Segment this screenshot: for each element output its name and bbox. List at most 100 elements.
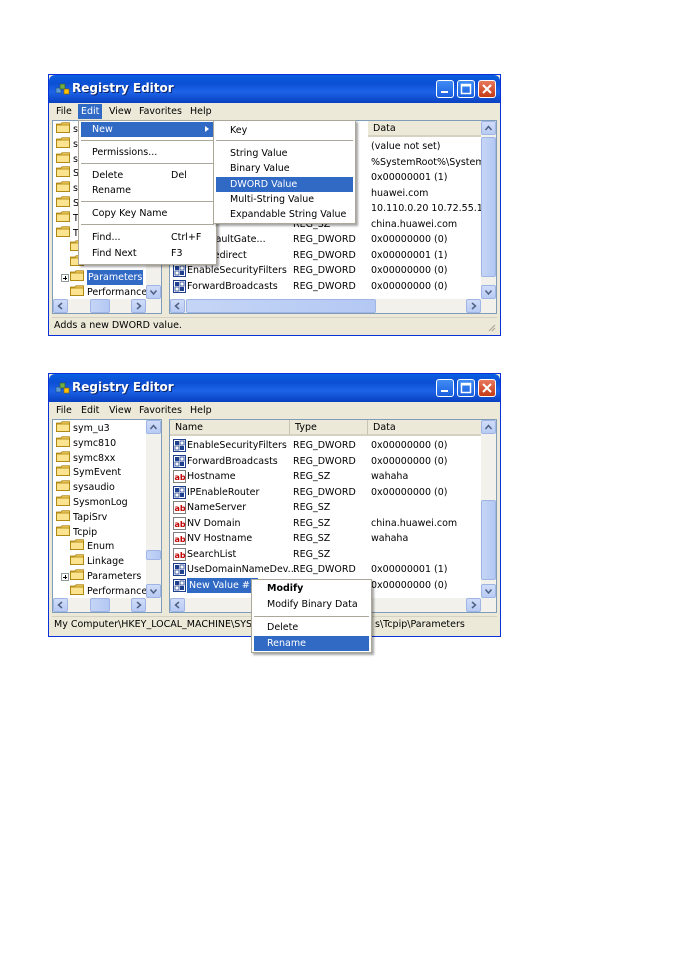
tree-horizontal-scrollbar[interactable] <box>53 299 146 313</box>
menu-file[interactable]: File <box>53 403 75 418</box>
folder-icon <box>56 524 70 536</box>
menu-edit[interactable]: Edit <box>78 403 102 418</box>
expand-toggle[interactable] <box>61 573 69 581</box>
menu-item-copy-key-name[interactable]: Copy Key Name <box>81 206 214 221</box>
tree-pane[interactable]: sym_u3 symc810 symc8xx SymEvent sysaudio Sysm… <box>52 419 162 613</box>
value-data: 0x00000001 (1) <box>371 564 448 575</box>
status-text: Adds a new DWORD value. <box>54 320 182 331</box>
list-row[interactable]: ab NV Domain REG_SZ china.huawei.com <box>173 516 483 531</box>
close-button[interactable] <box>478 379 496 397</box>
column-header-data[interactable]: Data <box>368 121 483 137</box>
menu-favorites[interactable]: Favorites <box>136 403 185 418</box>
context-item-rename[interactable]: Rename <box>254 636 369 651</box>
close-button[interactable] <box>478 80 496 98</box>
scroll-up-button[interactable] <box>481 121 496 135</box>
list-row[interactable]: ab Hostname REG_SZ wahaha <box>173 469 483 484</box>
list-row[interactable]: CMPRedirectREG_DWORD0x00000001 (1) <box>173 248 483 263</box>
submenu-item-key[interactable]: Key <box>216 123 353 138</box>
title-bar[interactable]: Registry Editor <box>49 374 500 402</box>
scroll-left-button[interactable] <box>53 299 68 313</box>
maximize-button[interactable] <box>457 80 475 98</box>
dword-value-icon <box>173 454 186 468</box>
value-data: 0x00000000 (0) <box>371 579 448 591</box>
menu-edit[interactable]: Edit <box>78 104 103 119</box>
value-data: huawei.com <box>371 187 429 199</box>
column-header-name[interactable]: Name <box>170 420 290 436</box>
tree-horizontal-scrollbar[interactable] <box>53 598 146 612</box>
scroll-thumb[interactable] <box>186 299 376 313</box>
column-header-type[interactable]: Type <box>290 420 368 436</box>
list-vertical-scrollbar[interactable] <box>481 121 496 313</box>
menu-item-delete[interactable]: Delete Del <box>81 168 214 183</box>
folder-icon <box>70 285 84 296</box>
menu-item-new[interactable]: New <box>81 122 214 137</box>
dword-value-icon <box>173 563 186 576</box>
maximize-button[interactable] <box>457 379 475 397</box>
list-vertical-scrollbar[interactable] <box>481 420 496 612</box>
string-value-icon: ab <box>173 547 186 561</box>
value-type: REG_DWORD <box>293 234 356 245</box>
scroll-right-button[interactable] <box>131 598 146 612</box>
list-row[interactable]: EnableSecurityFilters REG_DWORD 0x00000000… <box>173 263 483 278</box>
list-row[interactable]: IPEnableRouter REG_DWORD 0x00000000 (0) <box>173 485 483 500</box>
context-item-modify[interactable]: Modify <box>254 581 369 596</box>
scroll-left-button[interactable] <box>170 598 185 612</box>
list-row[interactable]: ab NameServer REG_SZ <box>173 500 483 515</box>
list-row[interactable]: ForwardBroadcasts REG_DWORD 0x00000000 (0) <box>173 454 483 469</box>
scroll-up-button[interactable] <box>146 420 161 434</box>
list-row[interactable]: ab NV Hostname REG_SZ wahaha <box>173 531 483 546</box>
menu-view[interactable]: View <box>106 104 135 119</box>
submenu-item-expandable-string-value[interactable]: Expandable String Value <box>216 207 353 222</box>
scroll-down-button[interactable] <box>481 584 496 598</box>
list-row[interactable]: EnableSecurityFilters REG_DWORD 0x00000000… <box>173 438 483 453</box>
scroll-down-button[interactable] <box>146 584 161 598</box>
submenu-item-multi-string-value[interactable]: Multi-String Value <box>216 192 353 207</box>
minimize-button[interactable] <box>436 80 454 98</box>
tree-vertical-scrollbar[interactable] <box>146 420 161 612</box>
tree-item-label: TapiSrv <box>73 511 108 523</box>
list-row[interactable]: ddDefaultGate... REG_DWORD 0x00000000 (0) <box>173 232 483 247</box>
minimize-button[interactable] <box>436 379 454 397</box>
context-item-delete[interactable]: Delete <box>254 620 369 635</box>
list-row[interactable]: UseDomainNameDev... REG_DWORD 0x00000001 (… <box>173 562 483 577</box>
scroll-thumb[interactable] <box>90 299 110 313</box>
scroll-left-button[interactable] <box>170 299 185 313</box>
submenu-item-string-value[interactable]: String Value <box>216 146 353 161</box>
title-bar[interactable]: Registry Editor <box>49 75 500 103</box>
resize-grip-icon[interactable] <box>486 322 496 332</box>
list-row[interactable]: ForwardBroadcasts REG_DWORD 0x00000000 (0) <box>173 279 483 294</box>
arrow-down-icon <box>149 589 158 595</box>
submenu-item-dword-value[interactable]: DWORD Value <box>216 177 353 192</box>
scroll-right-button[interactable] <box>466 598 481 612</box>
menu-item-rename[interactable]: Rename <box>81 183 214 198</box>
menu-item-find[interactable]: Find... Ctrl+F <box>81 230 214 245</box>
column-header-data[interactable]: Data <box>368 420 483 436</box>
expand-toggle[interactable] <box>61 274 69 282</box>
scroll-down-button[interactable] <box>146 285 161 299</box>
scroll-right-button[interactable] <box>466 299 481 313</box>
context-item-modify-binary-data[interactable]: Modify Binary Data <box>254 597 369 612</box>
menu-help[interactable]: Help <box>187 403 215 418</box>
scroll-down-button[interactable] <box>481 285 496 299</box>
scroll-up-button[interactable] <box>481 420 496 434</box>
scroll-right-button[interactable] <box>131 299 146 313</box>
submenu-item-binary-value[interactable]: Binary Value <box>216 161 353 176</box>
menu-favorites[interactable]: Favorites <box>136 104 185 119</box>
folder-icon <box>56 421 70 432</box>
menu-file[interactable]: File <box>53 104 75 119</box>
menu-item-permissions[interactable]: Permissions... <box>81 145 214 160</box>
value-type: REG_DWORD <box>293 564 356 575</box>
scroll-thumb[interactable] <box>146 550 161 560</box>
list-row[interactable]: ab SearchList REG_SZ <box>173 547 483 562</box>
submenu-arrow-icon <box>205 126 209 132</box>
scroll-thumb[interactable] <box>481 500 496 580</box>
menu-help[interactable]: Help <box>187 104 215 119</box>
menu-item-find-next[interactable]: Find Next F3 <box>81 246 214 261</box>
list-horizontal-scrollbar[interactable] <box>170 299 481 313</box>
value-type: REG_DWORD <box>293 265 356 276</box>
menu-view[interactable]: View <box>106 403 135 418</box>
scroll-left-button[interactable] <box>53 598 68 612</box>
svg-text:ab: ab <box>175 551 186 560</box>
scroll-thumb[interactable] <box>90 598 110 612</box>
scroll-thumb[interactable] <box>481 137 496 277</box>
